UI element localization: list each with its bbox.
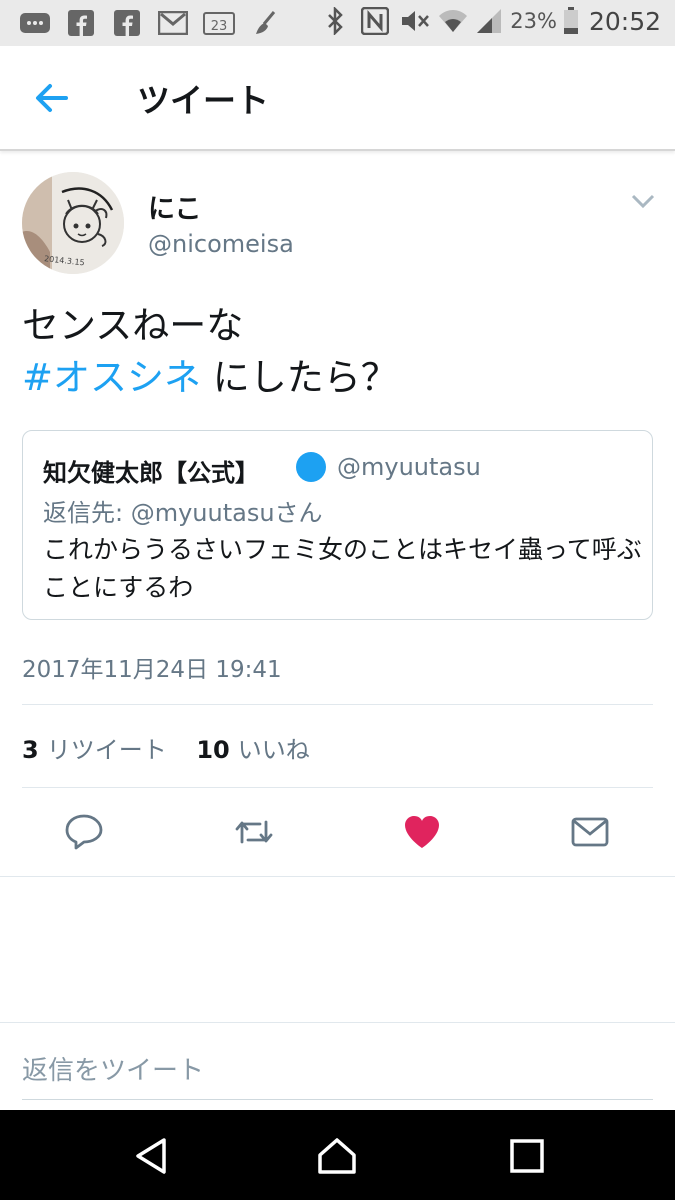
- reply-input[interactable]: 返信をツイート: [22, 1050, 204, 1087]
- tweet-line-1: センスねーな: [22, 304, 244, 347]
- heart-icon: [405, 816, 439, 848]
- retweet-count-label[interactable]: リツイート: [47, 736, 167, 764]
- quoted-reply-to: 返信先: @myuutasuさん: [43, 499, 323, 527]
- navigation-bar: [0, 1110, 675, 1200]
- share-dm-button[interactable]: [570, 812, 610, 852]
- like-count[interactable]: 10: [196, 736, 229, 764]
- tweet-text: センスねーな #オスシネ にしたら？: [22, 300, 398, 404]
- calendar-badge-text: 23: [211, 19, 228, 34]
- author-name[interactable]: にこ: [148, 187, 201, 226]
- tweet-menu-button[interactable]: [630, 192, 656, 210]
- home-icon: [318, 1138, 356, 1174]
- quoted-text: これからうるさいフェミ女のことはキセイ蟲って呼ぶことにするわ: [43, 535, 642, 602]
- gmail-icon: [156, 8, 190, 38]
- nav-home-button[interactable]: [316, 1135, 358, 1177]
- back-arrow-icon: [36, 84, 68, 112]
- quoted-author-name: 知欠健太郎【公式】: [43, 459, 259, 487]
- tweet-line-2-text: にしたら？: [201, 356, 398, 399]
- quoted-tweet[interactable]: 知欠健太郎【公式】 @myuutasu 返信先: @myuutasuさん これか…: [22, 430, 653, 620]
- mute-icon: [398, 6, 432, 36]
- divider: [22, 787, 653, 788]
- avatar-drawing: 2014.3.15: [22, 172, 124, 274]
- battery-percent: 23%: [510, 9, 557, 33]
- battery-icon: [563, 7, 579, 35]
- chevron-down-icon: [631, 194, 655, 209]
- like-count-label[interactable]: いいね: [238, 736, 310, 764]
- reply-icon: [65, 814, 103, 850]
- quoted-author-handle: @myuutasu: [337, 453, 481, 481]
- page-title: ツイート: [137, 81, 269, 120]
- nav-recents-button[interactable]: [506, 1135, 548, 1177]
- facebook-icon: [64, 8, 98, 38]
- verified-badge-icon: [296, 452, 326, 482]
- tweet-line-2: #オスシネ にしたら？: [22, 352, 398, 404]
- divider: [22, 704, 653, 705]
- author-handle[interactable]: @nicomeisa: [148, 230, 294, 258]
- like-button[interactable]: [402, 812, 442, 852]
- nfc-icon: [358, 6, 392, 36]
- divider: [0, 876, 675, 877]
- broom-icon: [248, 8, 282, 38]
- message-icon: [18, 8, 52, 38]
- bluetooth-icon: [318, 6, 352, 36]
- tweet-timestamp: 2017年11月24日 19:41: [22, 657, 282, 683]
- calendar-icon: 23: [202, 8, 236, 38]
- square-recents-icon: [510, 1139, 544, 1173]
- signal-icon: [472, 6, 506, 36]
- wifi-icon: [436, 6, 470, 36]
- triangle-back-icon: [136, 1138, 166, 1174]
- back-button[interactable]: [30, 78, 74, 118]
- clock: 20:52: [588, 6, 661, 36]
- envelope-icon: [571, 817, 609, 847]
- retweet-icon: [235, 820, 273, 844]
- reply-button[interactable]: [64, 812, 104, 852]
- avatar[interactable]: 2014.3.15: [22, 172, 124, 274]
- status-bar: 23 23% 20:52: [0, 0, 675, 46]
- facebook-icon: [110, 8, 144, 38]
- reply-input-underline: [22, 1099, 653, 1100]
- retweet-button[interactable]: [232, 812, 273, 852]
- tweet-stats: 3 リツイート 10 いいね: [22, 730, 332, 765]
- app-bar: ツイート: [0, 46, 675, 151]
- retweet-count[interactable]: 3: [22, 736, 39, 764]
- hashtag-link[interactable]: #オスシネ: [22, 356, 201, 399]
- divider: [0, 1022, 675, 1023]
- nav-back-button[interactable]: [130, 1135, 172, 1177]
